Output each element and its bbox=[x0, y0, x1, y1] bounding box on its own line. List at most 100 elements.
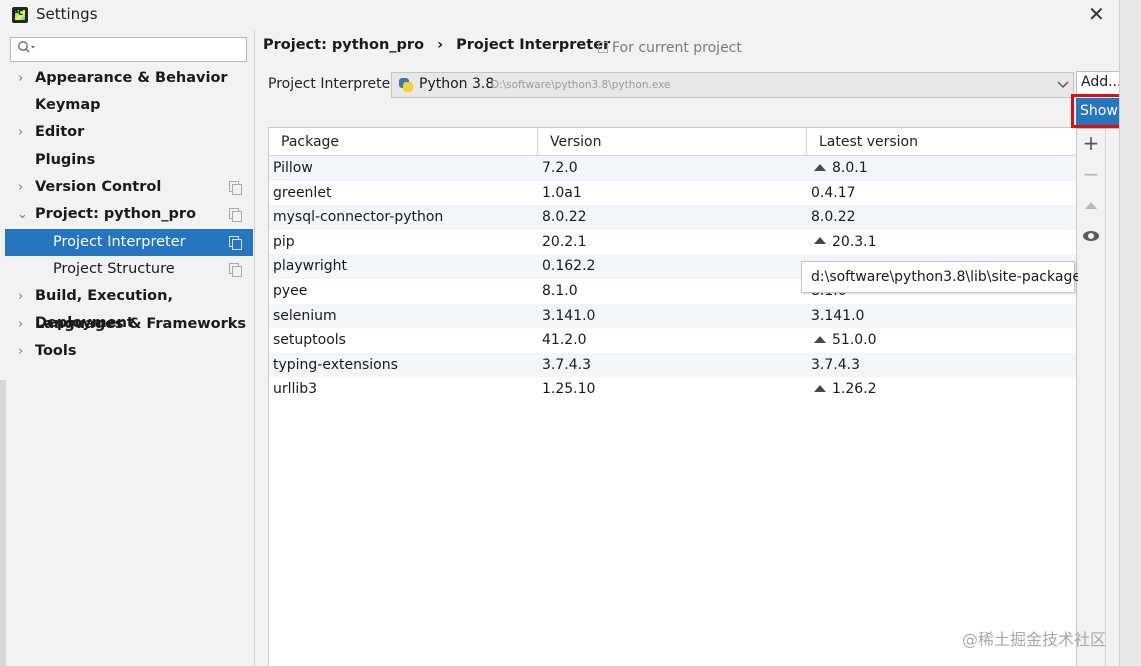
window-edge bbox=[1119, 0, 1141, 666]
upgrade-available-icon bbox=[814, 163, 826, 171]
column-header-version[interactable]: Version bbox=[550, 128, 601, 156]
latest-version-value: 20.3.1 bbox=[832, 233, 877, 250]
sidebar-item-appearance-behavior[interactable]: › Appearance & Behavior bbox=[0, 65, 254, 92]
scope-hint: For current project bbox=[598, 40, 742, 56]
sidebar-item-editor[interactable]: › Editor bbox=[0, 119, 254, 146]
project-settings-icon bbox=[229, 236, 242, 250]
eye-icon[interactable] bbox=[1080, 225, 1102, 247]
table-row[interactable]: typing-extensions 3.7.4.3 3.7.4.3 bbox=[269, 352, 1076, 378]
settings-search-input[interactable] bbox=[10, 37, 247, 62]
sidebar-item-label: Keymap bbox=[35, 97, 101, 113]
package-name-cell: playwright bbox=[273, 258, 347, 275]
chevron-right-icon: › bbox=[18, 344, 24, 359]
window-title: Settings bbox=[36, 5, 98, 23]
interpreter-path: D:\software\python3.8\python.exe bbox=[491, 79, 671, 91]
latest-version-cell: 3.141.0 bbox=[811, 304, 864, 329]
latest-version-value: 51.0.0 bbox=[832, 332, 877, 349]
latest-version-value: 3.141.0 bbox=[811, 307, 865, 324]
chevron-right-icon: › bbox=[18, 71, 24, 86]
project-settings-icon bbox=[229, 208, 242, 222]
version-cell: 41.2.0 bbox=[542, 332, 587, 349]
chevron-right-icon: › bbox=[18, 289, 24, 304]
latest-version-cell: 8.0.1 bbox=[811, 156, 868, 181]
latest-version-value: 8.0.22 bbox=[811, 209, 856, 226]
sidebar-item-label: Project Structure bbox=[53, 261, 175, 277]
version-cell: 0.162.2 bbox=[542, 258, 596, 275]
upgrade-icon[interactable] bbox=[1080, 194, 1102, 216]
sidebar-item-project[interactable]: ⌄ Project: python_pro bbox=[0, 201, 254, 228]
column-divider[interactable] bbox=[537, 128, 538, 156]
table-row[interactable]: greenlet 1.0a1 0.4.17 bbox=[269, 181, 1076, 206]
sidebar-item-label: Project: python_pro bbox=[35, 206, 197, 222]
table-row[interactable]: pip 20.2.1 20.3.1 bbox=[269, 230, 1076, 255]
table-header: Package Version Latest version bbox=[269, 128, 1076, 156]
add-icon[interactable]: + bbox=[1080, 132, 1102, 154]
latest-version-cell: 8.0.22 bbox=[811, 205, 856, 230]
latest-version-value: 1.26.2 bbox=[832, 381, 877, 398]
version-cell: 20.2.1 bbox=[542, 233, 587, 250]
sidebar-item-build-execution-deployment[interactable]: › Build, Execution, Deployment bbox=[0, 283, 254, 331]
sidebar-item-label: Version Control bbox=[35, 179, 162, 195]
package-name-cell: Pillow bbox=[273, 160, 313, 176]
latest-version-cell: 20.3.1 bbox=[811, 230, 877, 255]
column-divider[interactable] bbox=[806, 128, 807, 156]
upgrade-available-icon bbox=[814, 384, 826, 392]
package-name-cell: typing-extensions bbox=[273, 356, 398, 373]
sidebar-item-project-structure[interactable]: Project Structure bbox=[0, 256, 254, 283]
sidebar-item-keymap[interactable]: Keymap bbox=[0, 92, 254, 119]
chevron-down-icon: ⌄ bbox=[17, 207, 28, 222]
title-bar: Settings ✕ bbox=[0, 0, 1119, 30]
breadcrumb: Project: python_pro › Project Interprete… bbox=[263, 37, 610, 53]
sidebar-item-label: Editor bbox=[35, 124, 85, 140]
table-row[interactable]: Pillow 7.2.0 8.0.1 bbox=[269, 156, 1076, 181]
version-cell: 8.1.0 bbox=[542, 283, 578, 299]
table-row[interactable]: setuptools 41.2.0 51.0.0 bbox=[269, 328, 1076, 353]
latest-version-value: 0.4.17 bbox=[811, 184, 856, 201]
upgrade-available-icon bbox=[814, 335, 826, 343]
scope-label: For current project bbox=[612, 40, 742, 56]
sidebar-item-plugins[interactable]: Plugins bbox=[0, 147, 254, 174]
packages-table: Package Version Latest version Pillow 7.2… bbox=[268, 127, 1077, 666]
package-name-cell: pip bbox=[273, 233, 295, 250]
chevron-right-icon: › bbox=[18, 125, 24, 140]
latest-version-cell: 0.4.17 bbox=[811, 181, 856, 206]
project-settings-icon bbox=[229, 181, 242, 195]
project-settings-icon bbox=[229, 263, 242, 277]
python-icon bbox=[399, 78, 413, 92]
sidebar-item-languages-frameworks[interactable]: › Languages & Frameworks bbox=[0, 311, 254, 338]
sidebar-item-label: Appearance & Behavior bbox=[35, 70, 228, 86]
version-cell: 1.25.10 bbox=[542, 381, 596, 398]
sidebar-item-project-interpreter[interactable]: Project Interpreter bbox=[5, 229, 253, 256]
table-row[interactable]: selenium 3.141.0 3.141.0 bbox=[269, 303, 1076, 329]
chevron-right-icon: › bbox=[18, 317, 24, 332]
version-cell: 7.2.0 bbox=[542, 160, 578, 176]
sidebar-item-tools[interactable]: › Tools bbox=[0, 338, 254, 365]
package-name-cell: urllib3 bbox=[273, 381, 318, 398]
background-window-edge bbox=[0, 380, 6, 666]
breadcrumb-parent[interactable]: Project: python_pro bbox=[263, 37, 424, 53]
table-row[interactable]: mysql-connector-python 8.0.22 8.0.22 bbox=[269, 205, 1076, 230]
column-header-package[interactable]: Package bbox=[281, 128, 339, 156]
settings-sidebar: › Appearance & Behavior Keymap › Editor … bbox=[0, 30, 255, 666]
upgrade-available-icon bbox=[814, 237, 826, 245]
project-scope-icon bbox=[598, 42, 608, 53]
remove-icon[interactable]: − bbox=[1080, 163, 1102, 185]
latest-version-cell: 1.26.2 bbox=[811, 377, 877, 402]
latest-version-value: 3.7.4.3 bbox=[811, 356, 860, 373]
version-cell: 1.0a1 bbox=[542, 184, 582, 201]
latest-version-cell: 51.0.0 bbox=[811, 328, 877, 353]
package-name-cell: greenlet bbox=[273, 184, 332, 201]
sidebar-item-version-control[interactable]: › Version Control bbox=[0, 174, 254, 201]
version-cell: 3.141.0 bbox=[542, 307, 596, 324]
close-icon[interactable]: ✕ bbox=[1088, 2, 1105, 26]
sidebar-item-label: Plugins bbox=[35, 152, 96, 168]
package-name-cell: selenium bbox=[273, 307, 337, 324]
interpreter-name: Python 3.8 bbox=[419, 76, 495, 92]
interpreter-label: Project Interpreter: bbox=[268, 76, 401, 92]
package-name-cell: pyee bbox=[273, 283, 308, 299]
column-header-latest-version[interactable]: Latest version bbox=[819, 128, 918, 156]
menu-item-add[interactable]: Add... bbox=[1081, 74, 1121, 90]
interpreter-dropdown[interactable]: Python 3.8 D:\software\python3.8\python.… bbox=[391, 72, 1074, 98]
chevron-down-icon bbox=[1057, 75, 1069, 97]
table-row[interactable]: urllib3 1.25.10 1.26.2 bbox=[269, 377, 1076, 402]
